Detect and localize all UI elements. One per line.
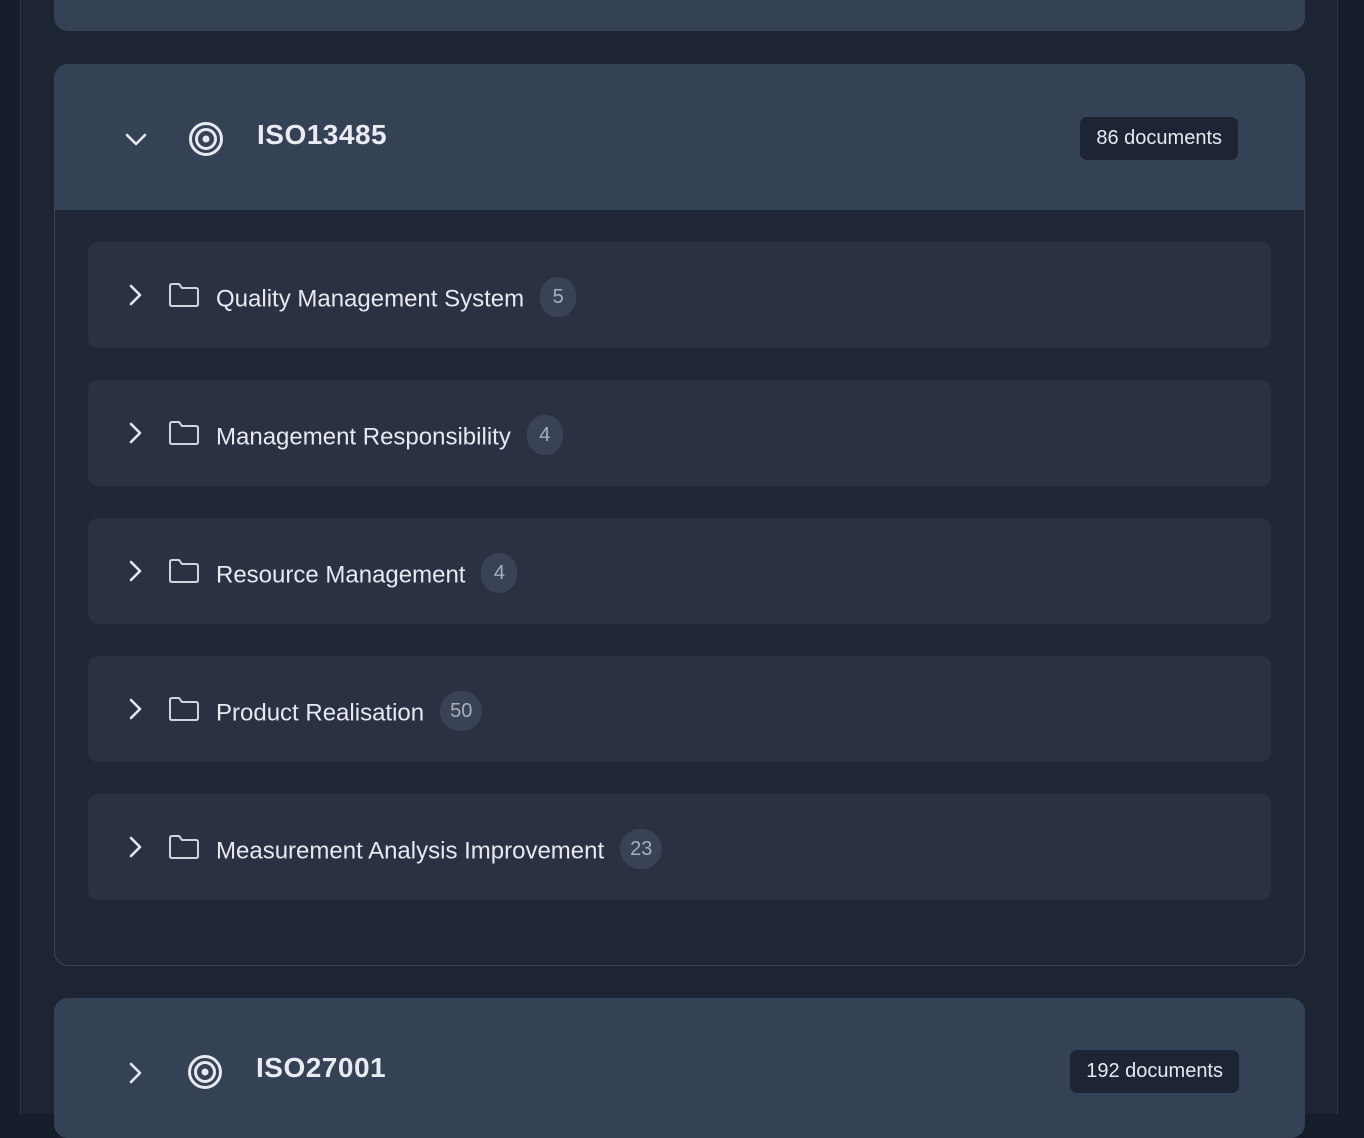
group-header[interactable]: ISO13485 86 documents: [55, 65, 1304, 210]
folder-name: Resource Management: [216, 561, 466, 589]
standard-group-iso27001: ISO27001 192 documents: [54, 998, 1305, 1138]
folder-name: Product Realisation: [216, 699, 425, 727]
folder-row[interactable]: Measurement Analysis Improvement 23: [88, 794, 1271, 900]
folder-row[interactable]: Resource Management 4: [88, 518, 1271, 624]
folder-list: Quality Management System 5 Management Re…: [88, 242, 1271, 932]
folder-icon: [168, 696, 200, 722]
folder-row[interactable]: Quality Management System 5: [88, 242, 1271, 348]
folder-count-badge: 23: [620, 829, 663, 869]
chevron-right-icon[interactable]: [124, 1062, 146, 1084]
previous-group-card[interactable]: [54, 0, 1305, 31]
folder-label: Management Responsibility 4: [216, 415, 563, 458]
folder-name: Management Responsibility: [216, 423, 511, 451]
target-icon: [187, 1054, 223, 1090]
document-count-badge: 192 documents: [1070, 1050, 1239, 1093]
document-count-badge: 86 documents: [1080, 117, 1238, 160]
folder-row[interactable]: Management Responsibility 4: [88, 380, 1271, 486]
folder-label: Quality Management System 5: [216, 277, 577, 320]
chevron-down-icon[interactable]: [125, 129, 147, 151]
folder-label: Measurement Analysis Improvement 23: [216, 829, 663, 872]
chevron-right-icon[interactable]: [124, 284, 146, 306]
folder-icon: [168, 558, 200, 584]
folder-row[interactable]: Product Realisation 50: [88, 656, 1271, 762]
folder-icon: [168, 282, 200, 308]
folder-count-badge: 4: [526, 415, 563, 455]
folder-count-badge: 50: [440, 691, 483, 731]
chevron-right-icon[interactable]: [124, 560, 146, 582]
group-title: ISO27001: [256, 1052, 387, 1083]
folder-label: Product Realisation 50: [216, 691, 483, 734]
group-header[interactable]: ISO27001 192 documents: [54, 998, 1305, 1138]
group-title: ISO13485: [257, 119, 388, 150]
folder-icon: [168, 420, 200, 446]
chevron-right-icon[interactable]: [124, 422, 146, 444]
folder-count-badge: 5: [540, 277, 577, 317]
folder-name: Measurement Analysis Improvement: [216, 837, 605, 865]
chevron-right-icon[interactable]: [124, 698, 146, 720]
target-icon: [188, 121, 224, 157]
folder-icon: [168, 834, 200, 860]
folder-label: Resource Management 4: [216, 553, 518, 596]
standard-group-iso13485: ISO13485 86 documents Quality Management…: [54, 64, 1305, 966]
main-panel: ISO13485 86 documents Quality Management…: [20, 0, 1338, 1138]
folder-name: Quality Management System: [216, 285, 525, 313]
chevron-right-icon[interactable]: [124, 836, 146, 858]
folder-count-badge: 4: [481, 553, 518, 593]
